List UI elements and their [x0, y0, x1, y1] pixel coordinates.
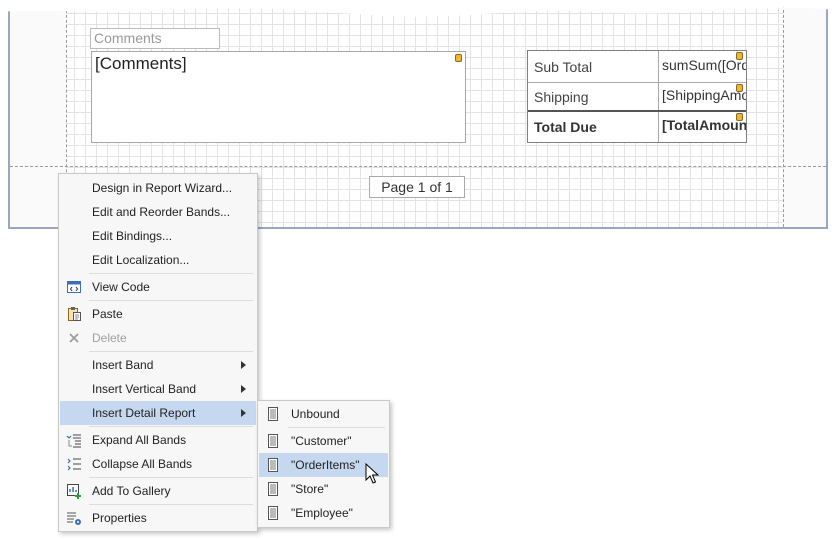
- submenu-item-employee[interactable]: "Employee": [259, 501, 388, 525]
- submenu-arrow-icon: [241, 385, 246, 393]
- submenu-arrow-icon: [241, 409, 246, 417]
- submenu-arrow-icon: [241, 361, 246, 369]
- total-due-value-cell[interactable]: [TotalAmount: [659, 112, 746, 142]
- collapse-all-icon: [67, 458, 81, 471]
- page-info-label[interactable]: Page 1 of 1: [369, 176, 465, 198]
- subtotal-value-cell[interactable]: sumSum([Ord: [659, 51, 746, 82]
- properties-icon: [67, 512, 81, 525]
- submenu-item-customer[interactable]: "Customer": [259, 429, 388, 453]
- detail-report-icon: [268, 407, 278, 421]
- table-row[interactable]: Shipping [ShippingAmo: [528, 83, 746, 112]
- detail-report-icon: [268, 458, 278, 472]
- data-binding-icon[interactable]: [455, 54, 462, 62]
- table-row[interactable]: Sub Total sumSum([Ord: [528, 51, 746, 83]
- menu-item-label: Edit Bindings...: [92, 229, 173, 243]
- total-due-label-cell[interactable]: Total Due: [528, 112, 659, 142]
- menu-item-label: Insert Detail Report: [92, 406, 196, 420]
- delete-icon: [69, 333, 79, 343]
- menu-item-label: View Code: [92, 280, 150, 294]
- data-binding-icon[interactable]: [736, 52, 743, 60]
- submenu-item-label: "Customer": [291, 434, 352, 448]
- menu-item-label: Paste: [92, 307, 123, 321]
- menu-item-label: Delete: [92, 331, 127, 345]
- menu-item-label: Add To Gallery: [92, 484, 171, 498]
- menu-item-design-in-report-wizard[interactable]: Design in Report Wizard...: [60, 176, 256, 200]
- menu-separator: [89, 504, 253, 505]
- table-row[interactable]: Total Due [TotalAmount: [528, 112, 746, 142]
- menu-separator: [89, 273, 253, 274]
- comments-field-label[interactable]: [Comments]: [91, 51, 466, 143]
- submenu-item-label: "OrderItems": [291, 458, 360, 472]
- menu-item-label: Expand All Bands: [92, 433, 187, 447]
- menu-item-label: Insert Band: [92, 358, 154, 372]
- torn-edge-decoration: [0, 0, 835, 17]
- totals-table[interactable]: Sub Total sumSum([Ord Shipping [Shipping…: [527, 50, 747, 143]
- menu-item-edit-and-reorder-bands[interactable]: Edit and Reorder Bands...: [60, 200, 256, 224]
- subtotal-label-cell[interactable]: Sub Total: [528, 51, 659, 82]
- context-menu: Design in Report Wizard... Edit and Reor…: [58, 173, 258, 532]
- menu-item-view-code[interactable]: View Code: [60, 275, 256, 299]
- menu-item-collapse-all-bands[interactable]: Collapse All Bands: [60, 452, 256, 476]
- submenu-item-label: "Employee": [291, 506, 353, 520]
- submenu-item-unbound[interactable]: Unbound: [259, 402, 388, 426]
- menu-separator: [89, 477, 253, 478]
- comments-caption-label[interactable]: Comments: [90, 28, 220, 49]
- menu-item-expand-all-bands[interactable]: Expand All Bands: [60, 428, 256, 452]
- menu-item-label: Collapse All Bands: [92, 457, 193, 471]
- view-code-icon: [67, 281, 81, 293]
- menu-item-paste[interactable]: Paste: [60, 302, 256, 326]
- menu-item-label: Edit and Reorder Bands...: [92, 205, 231, 219]
- menu-item-label: Edit Localization...: [92, 253, 190, 267]
- right-margin-area: [783, 0, 826, 227]
- menu-item-edit-bindings[interactable]: Edit Bindings...: [60, 224, 256, 248]
- add-to-gallery-icon: [67, 484, 81, 499]
- shipping-value-cell[interactable]: [ShippingAmo: [659, 83, 746, 110]
- submenu-item-label: "Store": [291, 482, 329, 496]
- menu-separator: [89, 351, 253, 352]
- detail-report-icon: [268, 482, 278, 496]
- data-binding-icon[interactable]: [736, 113, 743, 121]
- detail-report-icon: [268, 506, 278, 520]
- menu-item-edit-localization[interactable]: Edit Localization...: [60, 248, 256, 272]
- menu-item-add-to-gallery[interactable]: Add To Gallery: [60, 479, 256, 503]
- mouse-pointer-icon: [365, 463, 379, 484]
- menu-item-label: Insert Vertical Band: [92, 382, 197, 396]
- paste-icon: [68, 307, 81, 321]
- menu-separator: [89, 300, 253, 301]
- expand-all-icon: [66, 434, 81, 448]
- band-boundary-line[interactable]: [10, 166, 826, 167]
- menu-item-label: Design in Report Wizard...: [92, 181, 233, 195]
- menu-item-insert-band[interactable]: Insert Band: [60, 353, 256, 377]
- right-margin-line[interactable]: [783, 0, 784, 227]
- menu-separator: [288, 427, 385, 428]
- menu-item-delete[interactable]: Delete: [60, 326, 256, 350]
- data-binding-icon[interactable]: [736, 84, 743, 92]
- menu-item-label: Properties: [92, 511, 147, 525]
- menu-item-properties[interactable]: Properties: [60, 506, 256, 530]
- menu-item-insert-vertical-band[interactable]: Insert Vertical Band: [60, 377, 256, 401]
- comments-field-text: [Comments]: [95, 54, 187, 73]
- menu-item-insert-detail-report[interactable]: Insert Detail Report: [60, 401, 256, 425]
- menu-separator: [89, 426, 253, 427]
- submenu-item-label: Unbound: [291, 407, 340, 421]
- shipping-label-cell[interactable]: Shipping: [528, 83, 659, 110]
- detail-report-icon: [268, 434, 278, 448]
